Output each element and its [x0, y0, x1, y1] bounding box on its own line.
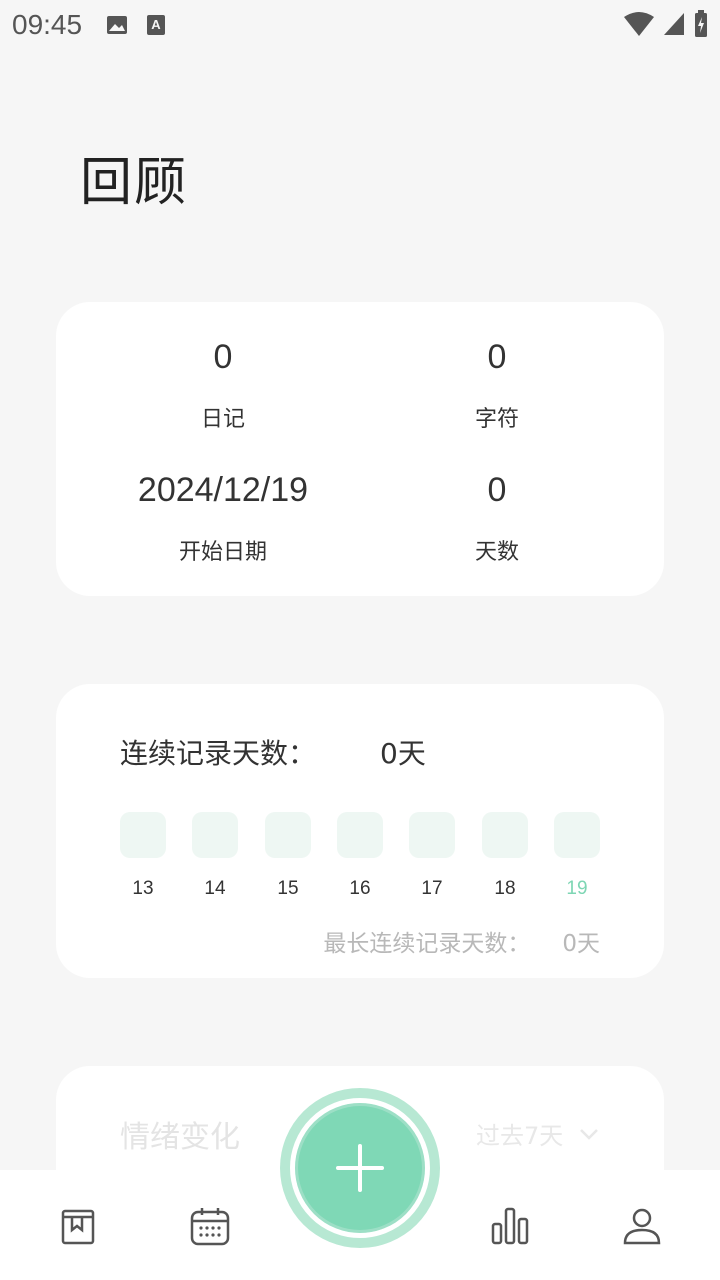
start-date: 2024/12/19 [137, 471, 309, 509]
status-bar: 09:45 A [0, 0, 720, 50]
bar-chart-icon [491, 1207, 529, 1245]
status-time: 09:45 [12, 9, 83, 40]
text-a-icon: A [147, 15, 166, 35]
diary-count: 0 [213, 338, 233, 376]
streak-day: 14 [192, 812, 238, 900]
stat-start-date: 2024/12/19 开始日期 [103, 471, 343, 566]
nav-profile[interactable] [620, 1204, 664, 1248]
calendar-icon [190, 1208, 230, 1246]
longest-streak: 最长连续记录天数： 0天 [323, 924, 600, 958]
stats-card: 0 日记 0 字符 2024/12/19 开始日期 0 天数 [56, 302, 664, 596]
nav-stats[interactable] [488, 1204, 532, 1248]
battery-charging-icon [695, 10, 707, 37]
day-box [554, 812, 600, 858]
days-count: 0 [487, 471, 507, 509]
page-title: 回顾 [80, 153, 189, 213]
day-box [482, 812, 528, 858]
svg-text:A: A [151, 17, 161, 32]
nav-diary[interactable] [56, 1204, 100, 1248]
diary-book-icon [61, 1209, 95, 1245]
streak-value: 0天 [380, 737, 426, 770]
stat-chars: 0 字符 [377, 338, 617, 433]
day-label: 18 [494, 878, 516, 899]
day-box [409, 812, 455, 858]
mood-range-selector[interactable]: 过去7天 [476, 1116, 599, 1151]
streak-day: 18 [482, 812, 528, 900]
start-date-label: 开始日期 [178, 540, 267, 565]
signal-icon [664, 13, 684, 35]
wifi-icon [624, 12, 654, 36]
streak-day: 16 [337, 812, 383, 900]
streak-day: 13 [120, 812, 166, 900]
mood-title: 情绪变化 [120, 1120, 240, 1155]
day-box [120, 812, 166, 858]
mood-range-label: 过去7天 [476, 1122, 564, 1150]
streak-day-today: 19 [554, 812, 600, 900]
diary-label: 日记 [200, 407, 245, 432]
stat-diary: 0 日记 [103, 338, 343, 433]
add-entry-fab[interactable] [280, 1088, 440, 1248]
day-label: 14 [204, 878, 226, 899]
char-label: 字符 [474, 407, 519, 432]
longest-streak-value: 0天 [562, 931, 600, 957]
streak-card: 连续记录天数： 0天 13 14 15 16 17 18 19 最长连续记录天数… [56, 684, 664, 978]
streak-days-row: 13 14 15 16 17 18 19 [120, 812, 600, 912]
day-label: 13 [132, 878, 154, 899]
day-label: 17 [421, 878, 443, 899]
char-count: 0 [487, 338, 507, 376]
add-entry-button[interactable] [290, 1098, 430, 1238]
streak-day: 17 [409, 812, 455, 900]
streak-day: 15 [265, 812, 311, 900]
image-icon [107, 16, 128, 34]
day-box [337, 812, 383, 858]
day-box [192, 812, 238, 858]
chevron-down-icon [580, 1128, 599, 1140]
longest-streak-label: 最长连续记录天数： [323, 931, 531, 957]
day-label: 15 [277, 878, 299, 899]
stat-days: 0 天数 [377, 471, 617, 566]
day-label-today: 19 [566, 878, 588, 899]
nav-calendar[interactable] [188, 1204, 232, 1248]
streak-title: 连续记录天数： [120, 737, 317, 770]
day-label: 16 [349, 878, 371, 899]
day-box [265, 812, 311, 858]
profile-icon [623, 1208, 661, 1245]
days-label: 天数 [474, 540, 519, 565]
plus-icon [336, 1144, 384, 1192]
